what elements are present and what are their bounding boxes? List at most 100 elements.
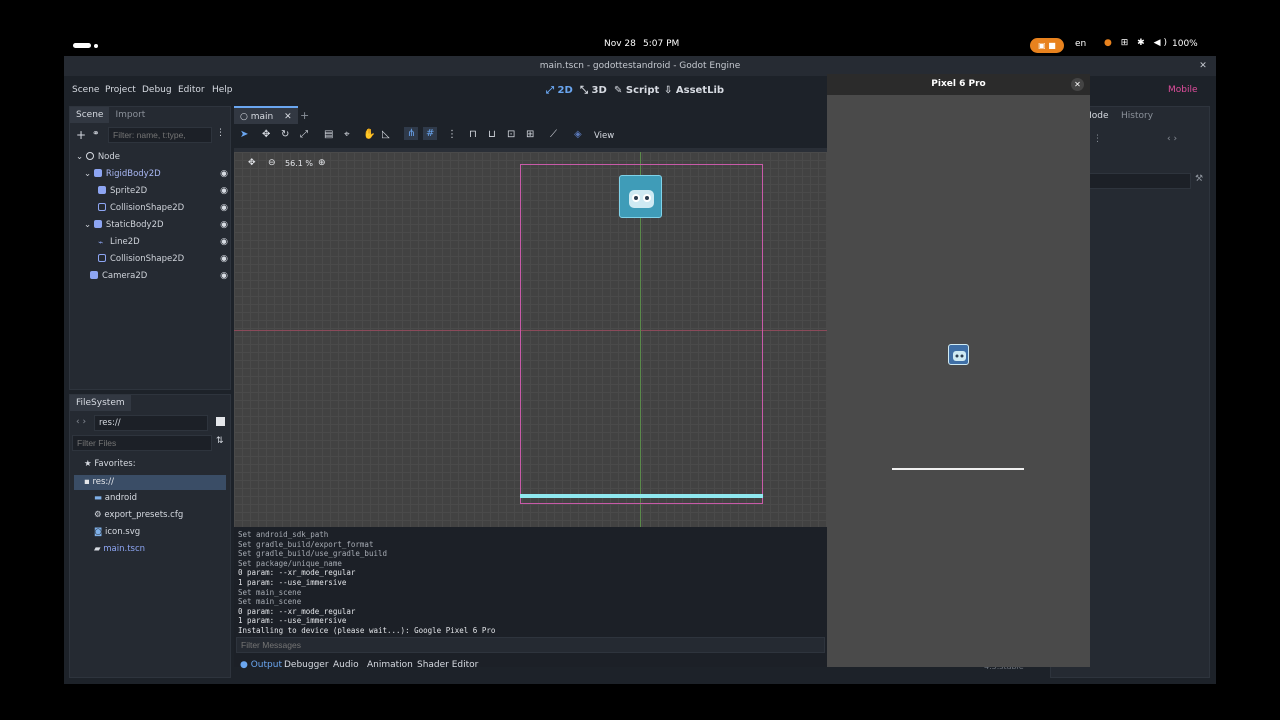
pivot-tool-icon[interactable]: ⌖	[344, 129, 350, 140]
window-title: main.tscn - godottestandroid - Godot Eng…	[64, 56, 1216, 76]
tab-scene[interactable]: Scene	[70, 107, 110, 123]
tree-node-line2d[interactable]: ⌁ Line2D ◉	[74, 234, 232, 251]
visibility-eye-icon[interactable]: ◉	[220, 268, 228, 285]
ungroup-icon[interactable]: ⊞	[526, 129, 534, 140]
workspace-3d[interactable]: ⤡ 3D	[580, 85, 607, 96]
workspace-dot[interactable]	[94, 44, 98, 48]
ruler-tool-icon[interactable]: ◺	[382, 129, 390, 140]
pan-tool-icon[interactable]: ✋	[363, 129, 375, 140]
scene-file-icon: ▰	[94, 544, 101, 554]
tree-node-rigidbody2d[interactable]: ⌄ RigidBody2D ◉	[74, 166, 232, 183]
favorites-label[interactable]: ★ Favorites:	[84, 459, 136, 469]
log-line: Set gradle_build/use_gradle_build	[238, 549, 388, 559]
keyboard-language[interactable]: en	[1075, 39, 1086, 49]
tools-icon[interactable]: ⚒	[1195, 174, 1203, 184]
file-item-android[interactable]: ▬ android	[94, 493, 137, 503]
workspace-indicator[interactable]	[73, 43, 91, 48]
scale-tool-icon[interactable]: ⤢	[300, 129, 308, 140]
bottom-tab-animation[interactable]: Animation	[367, 660, 413, 670]
close-icon[interactable]: ✕	[284, 112, 292, 122]
tab-filesystem[interactable]: FileSystem	[70, 395, 131, 411]
scene-dock: Scene Import + ⚭ ⋮ ⌄ Node ⌄ RigidBody2D◉…	[69, 106, 231, 390]
rotate-tool-icon[interactable]: ↻	[281, 129, 289, 140]
tab-import[interactable]: Import	[109, 107, 151, 123]
2d-viewport[interactable]: ✥ ⊖ 56.1 % ⊕	[234, 152, 827, 527]
select-tool-icon[interactable]: ➤	[240, 129, 248, 140]
system-tray-icons[interactable]: ● ⊞ ✱ ◀)	[1104, 38, 1170, 48]
zoom-level[interactable]: 56.1 %	[285, 159, 313, 168]
log-line: 1 param: --use_immersive	[238, 577, 347, 587]
screen-recording-indicator[interactable]: ▣ ■	[1030, 38, 1064, 53]
unlock-icon[interactable]: ⊔	[488, 129, 496, 140]
add-node-icon[interactable]: +	[76, 128, 86, 142]
bottom-tab-audio[interactable]: Audio	[333, 660, 359, 670]
scene-filter-input[interactable]	[108, 127, 212, 143]
close-icon[interactable]: ✕	[1196, 59, 1210, 73]
visibility-eye-icon[interactable]: ◉	[220, 234, 228, 251]
bottom-tab-debugger[interactable]: Debugger	[284, 660, 329, 670]
path-field[interactable]: res://	[94, 415, 208, 431]
menu-help[interactable]: Help	[212, 85, 233, 95]
log-line: 0 param: --xr_mode_regular	[238, 606, 356, 616]
godot-sprite[interactable]	[619, 175, 662, 218]
smart-snap-icon[interactable]: ⋔	[404, 127, 419, 140]
tab-history[interactable]: History	[1121, 111, 1153, 121]
list-tool-icon[interactable]: ▤	[324, 129, 333, 140]
menu-debug[interactable]: Debug	[142, 85, 172, 95]
toggle-view-icon[interactable]	[216, 417, 225, 426]
zoom-out-icon[interactable]: ⊖	[268, 158, 276, 168]
sort-icon[interactable]: ⇅	[216, 436, 224, 446]
workspace-script[interactable]: ✎ Script	[614, 85, 659, 96]
tree-node-node[interactable]: ⌄ Node	[74, 149, 232, 166]
camera-override-icon[interactable]: ◈	[574, 129, 582, 140]
renderer-select[interactable]: Mobile	[1168, 85, 1198, 95]
ground-line[interactable]	[520, 494, 763, 498]
tree-node-sprite2d[interactable]: Sprite2D ◉	[74, 183, 232, 200]
file-item-main-tscn[interactable]: ▰ main.tscn	[94, 544, 145, 554]
nav-back-icon[interactable]: ‹ ›	[76, 417, 86, 427]
tree-node-collisionshape2d[interactable]: CollisionShape2D ◉	[74, 200, 232, 217]
view-menu[interactable]: View	[594, 131, 614, 141]
kebab-menu-icon[interactable]: ⋮	[216, 128, 225, 138]
visibility-eye-icon[interactable]: ◉	[220, 183, 228, 200]
grid-snap-icon[interactable]: #	[423, 127, 438, 140]
godot-logo-icon	[953, 351, 966, 361]
system-date[interactable]: Nov 28	[604, 39, 636, 49]
visibility-eye-icon[interactable]: ◉	[220, 217, 228, 234]
gear-icon: ⚙	[94, 510, 102, 520]
visibility-eye-icon[interactable]: ◉	[220, 200, 228, 217]
system-time[interactable]: 5:07 PM	[643, 39, 679, 49]
workspace-assetlib[interactable]: ⇩ AssetLib	[664, 85, 724, 96]
move-tool-icon[interactable]: ✥	[262, 129, 270, 140]
close-icon[interactable]: ✕	[1071, 78, 1084, 91]
tree-node-staticbody2d[interactable]: ⌄ StaticBody2D ◉	[74, 217, 232, 234]
visibility-eye-icon[interactable]: ◉	[220, 251, 228, 268]
file-item-res[interactable]: ▪ res://	[74, 475, 226, 490]
zoom-in-icon[interactable]: ⊕	[318, 158, 326, 168]
tree-node-collisionshape2d-2[interactable]: CollisionShape2D ◉	[74, 251, 232, 268]
kebab-menu-icon[interactable]: ⋮	[1093, 134, 1102, 144]
tree-node-camera2d[interactable]: Camera2D ◉	[74, 268, 232, 285]
bottom-tab-output[interactable]: ● Output	[240, 660, 282, 670]
lock-icon[interactable]: ⊓	[469, 129, 477, 140]
menu-editor[interactable]: Editor	[178, 85, 205, 95]
workspace-2d[interactable]: ⤢ 2D	[546, 85, 573, 96]
group-icon[interactable]: ⊡	[507, 129, 515, 140]
file-item-icon-svg[interactable]: ◙ icon.svg	[94, 527, 140, 537]
battery-level[interactable]: 100%	[1172, 39, 1198, 49]
filter-files-input[interactable]	[72, 435, 212, 451]
bottom-tab-shader-editor[interactable]: Shader Editor	[417, 660, 478, 670]
staticbody-icon	[93, 220, 102, 228]
menu-project[interactable]: Project	[105, 85, 136, 95]
filter-messages-input[interactable]	[236, 637, 825, 653]
tab-main[interactable]: ○ main ✕	[234, 106, 298, 124]
bone-icon[interactable]: ⟋	[550, 129, 557, 140]
file-item-export-presets[interactable]: ⚙ export_presets.cfg	[94, 510, 183, 520]
link-icon[interactable]: ⚭	[92, 129, 100, 139]
kebab-menu-icon[interactable]: ⋮	[447, 129, 457, 140]
history-nav-icon[interactable]: ‹ ›	[1167, 134, 1177, 144]
menu-scene[interactable]: Scene	[72, 85, 99, 95]
viewport-center-icon[interactable]: ✥	[248, 158, 256, 168]
add-tab-icon[interactable]: +	[300, 109, 309, 122]
visibility-eye-icon[interactable]: ◉	[220, 166, 228, 183]
